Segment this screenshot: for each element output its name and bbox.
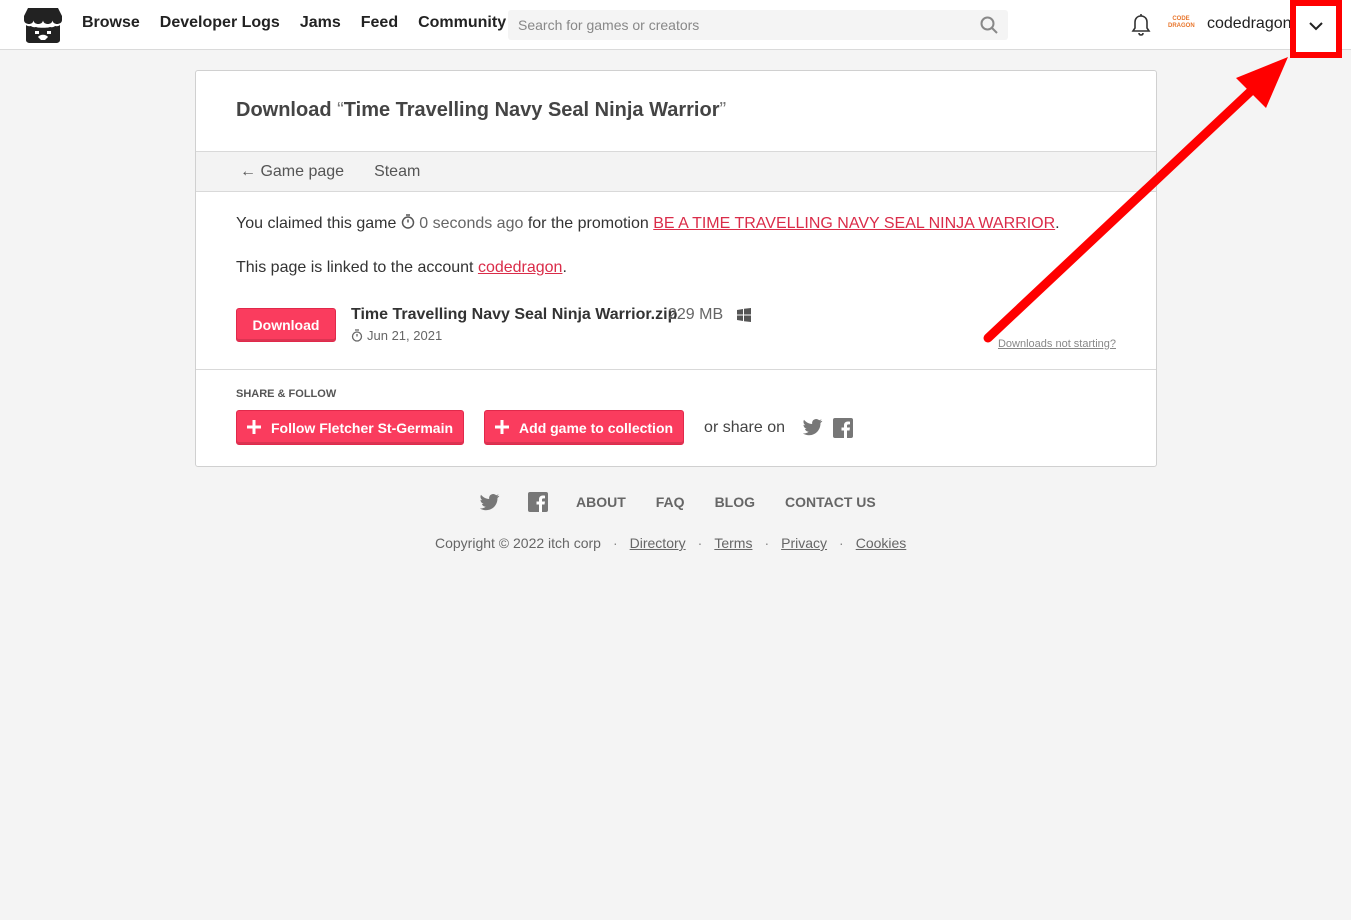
footer-faq-link[interactable]: FAQ — [656, 494, 685, 510]
footer-about-link[interactable]: ABOUT — [576, 494, 626, 510]
separator: · — [839, 535, 844, 551]
nav-jams[interactable]: Jams — [300, 14, 341, 32]
search-icon[interactable] — [980, 16, 998, 34]
card-header: Download “Time Travelling Navy Seal Ninj… — [196, 71, 1156, 152]
claim-mid: for the promotion — [527, 215, 649, 232]
twitter-icon[interactable] — [802, 419, 823, 436]
terms-link[interactable]: Terms — [714, 535, 752, 551]
download-button[interactable]: Download — [236, 308, 336, 342]
page-title: Download “Time Travelling Navy Seal Ninj… — [236, 99, 1156, 122]
share-heading: SHARE & FOLLOW — [236, 388, 337, 400]
stopwatch-icon — [401, 214, 415, 229]
follow-button[interactable]: Follow Fletcher St-Germain — [236, 410, 465, 445]
cookies-link[interactable]: Cookies — [856, 535, 907, 551]
top-header: Browse Developer Logs Jams Feed Communit… — [0, 0, 1351, 58]
search-input[interactable] — [508, 10, 968, 40]
download-card: Download “Time Travelling Navy Seal Ninj… — [195, 70, 1157, 467]
tab-steam[interactable]: Steam — [374, 163, 420, 181]
copyright-text: Copyright © 2022 itch corp — [435, 535, 601, 551]
avatar[interactable]: CODE DRAGON — [1168, 14, 1195, 36]
close-quote: ” — [719, 99, 727, 121]
linked-account-link[interactable]: codedragon — [478, 259, 563, 276]
file-name: Time Travelling Navy Seal Ninja Warrior.… — [351, 306, 678, 323]
claim-text: You claimed this game 0 seconds ago for … — [236, 214, 1060, 232]
privacy-link[interactable]: Privacy — [781, 535, 827, 551]
game-title: Time Travelling Navy Seal Ninja Warrior — [343, 99, 720, 121]
user-menu-dropdown-button[interactable] — [1290, 0, 1342, 58]
separator: · — [612, 535, 618, 551]
linked-prefix: This page is linked to the account — [236, 259, 474, 276]
plus-icon — [495, 420, 510, 434]
nav-browse[interactable]: Browse — [82, 14, 140, 32]
follow-button-label: Follow Fletcher St-Germain — [271, 419, 454, 436]
file-size: 229 MB — [668, 306, 724, 323]
facebook-icon[interactable] — [832, 417, 853, 438]
share-section: SHARE & FOLLOW Follow Fletcher St-Germai… — [196, 370, 1156, 445]
footer-contact-link[interactable]: CONTACT US — [785, 494, 876, 510]
nav-feed[interactable]: Feed — [361, 14, 398, 32]
directory-link[interactable]: Directory — [630, 535, 686, 551]
share-row: Follow Fletcher St-Germain Add game to c… — [236, 410, 1116, 445]
copyright-row: Copyright © 2022 itch corp · Directory ·… — [435, 535, 906, 551]
nav-community[interactable]: Community — [418, 14, 506, 32]
linked-account-text: This page is linked to the account coded… — [236, 259, 567, 276]
add-to-collection-label: Add game to collection — [519, 419, 674, 436]
separator: · — [697, 535, 703, 551]
search-box — [508, 10, 1008, 40]
footer-blog-link[interactable]: BLOG — [715, 494, 755, 510]
add-to-collection-button[interactable]: Add game to collection — [484, 410, 685, 445]
claim-prefix: You claimed this game — [236, 215, 397, 232]
claim-time: 0 seconds ago — [419, 215, 524, 232]
share-text: or share on — [704, 418, 785, 436]
title-prefix: Download — [236, 99, 332, 121]
nav-developer-logs[interactable]: Developer Logs — [160, 14, 280, 32]
promotion-link[interactable]: BE A TIME TRAVELLING NAVY SEAL NINJA WAR… — [653, 215, 1055, 232]
username[interactable]: codedragon — [1207, 15, 1292, 33]
chevron-down-icon — [1309, 22, 1323, 31]
tab-game-page[interactable]: ← Game page — [240, 163, 344, 181]
downloads-not-starting-link[interactable]: Downloads not starting? — [998, 338, 1116, 350]
footer-links: ABOUT FAQ BLOG CONTACT US — [480, 492, 906, 512]
windows-icon — [737, 308, 751, 322]
file-date-row: Jun 21, 2021 — [351, 328, 442, 343]
stopwatch-icon — [351, 329, 363, 342]
card-body: You claimed this game 0 seconds ago for … — [196, 192, 1156, 370]
twitter-icon[interactable] — [480, 493, 500, 511]
itch-logo-icon[interactable] — [23, 7, 63, 44]
file-date: Jun 21, 2021 — [367, 328, 443, 343]
download-row: Download Time Travelling Navy Seal Ninja… — [236, 306, 1116, 350]
card-tabs: ← Game page Steam — [196, 152, 1156, 192]
plus-icon — [247, 420, 261, 434]
open-quote: “ — [337, 99, 344, 121]
main-nav: Browse Developer Logs Jams Feed Communit… — [82, 14, 506, 32]
separator: · — [764, 535, 770, 551]
facebook-icon[interactable] — [528, 492, 548, 512]
bell-icon[interactable] — [1130, 13, 1152, 37]
